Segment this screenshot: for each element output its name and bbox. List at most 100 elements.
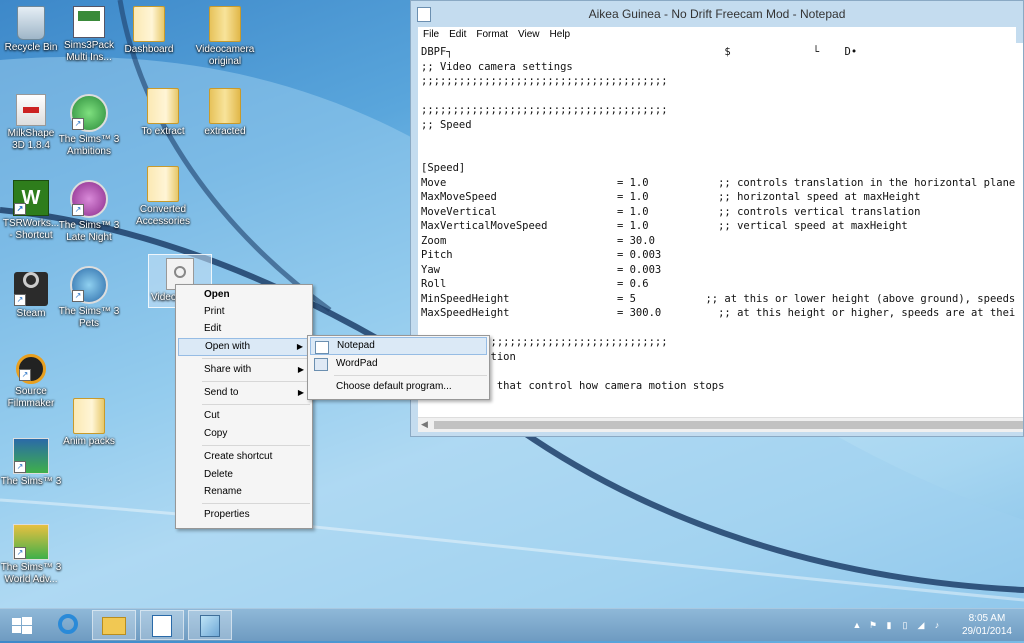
horizontal-scrollbar[interactable]: ◀ xyxy=(418,417,1023,432)
sims3-plumbob-icon: ↗ xyxy=(13,524,49,560)
submenu-arrow-icon: ▶ xyxy=(297,388,304,397)
battery-icon[interactable]: ▯ xyxy=(900,620,910,630)
menu-item-copy[interactable]: Copy xyxy=(178,425,310,443)
desktop-icon-sims3-pets[interactable]: ↗ The Sims™ 3 Pets xyxy=(58,266,120,330)
sims3-plumbob-icon: ↗ xyxy=(70,94,108,132)
desktop-icon-sims3-late-night[interactable]: ↗ The Sims™ 3 Late Night xyxy=(58,180,120,244)
menu-separator xyxy=(202,503,310,504)
folder-icon xyxy=(147,166,179,202)
taskbar-notepad[interactable] xyxy=(188,610,232,640)
open-with-submenu: Notepad WordPad Choose default program..… xyxy=(307,335,490,400)
context-menu: Open Print Edit Open with ▶ Share with ▶ S… xyxy=(175,284,313,529)
desktop-icon-anim-packs[interactable]: Anim packs xyxy=(58,398,120,448)
notepad-icon xyxy=(200,615,220,637)
menu-item-label: WordPad xyxy=(336,358,378,369)
taskbar-internet-explorer[interactable] xyxy=(46,610,90,640)
notepad-app-icon[interactable] xyxy=(417,7,431,22)
desktop-icon-milkshape[interactable]: MilkShape 3D 1.8.4 xyxy=(0,94,62,152)
shortcut-arrow-icon: ↗ xyxy=(72,290,84,302)
signal-icon[interactable]: ◢ xyxy=(916,620,926,630)
desktop-icon-source-filmmaker[interactable]: ↗ Source Filmmaker xyxy=(0,354,62,410)
folder-icon xyxy=(147,88,179,124)
submenu-item-wordpad[interactable]: WordPad xyxy=(310,355,487,373)
wordpad-icon xyxy=(152,615,172,637)
desktop-icon-videocamera-original[interactable]: Videocamera original xyxy=(194,6,256,68)
menu-edit[interactable]: Edit xyxy=(444,29,471,40)
folder-icon xyxy=(209,88,241,124)
shortcut-arrow-icon: ↗ xyxy=(19,369,31,381)
folder-icon xyxy=(133,6,165,42)
desktop-icon-converted-accessories[interactable]: Converted Accessories xyxy=(132,166,194,228)
sims3-plumbob-icon: ↗ xyxy=(70,266,108,304)
clock-date: 29/01/2014 xyxy=(961,626,1012,637)
menu-item-open[interactable]: Open xyxy=(178,286,310,304)
submenu-item-notepad[interactable]: Notepad xyxy=(310,337,487,355)
menu-item-print[interactable]: Print xyxy=(178,303,310,321)
submenu-item-choose-default[interactable]: Choose default program... xyxy=(310,378,487,396)
shortcut-arrow-icon: ↗ xyxy=(14,547,26,559)
sims3-plumbob-icon: ↗ xyxy=(70,180,108,218)
menu-file[interactable]: File xyxy=(418,29,444,40)
volume-icon[interactable]: ♪ xyxy=(932,620,942,630)
tray-expand-icon[interactable]: ▲ xyxy=(852,620,862,630)
desktop-icon-sims3-ambitions[interactable]: ↗ The Sims™ 3 Ambitions xyxy=(58,94,120,158)
menu-format[interactable]: Format xyxy=(471,29,513,40)
desktop-icon-steam[interactable]: ↗ Steam xyxy=(0,266,62,320)
windows-logo-icon xyxy=(12,617,32,634)
desktop-icon-recycle-bin[interactable]: Recycle Bin xyxy=(0,6,62,54)
desktop-icon-sims3[interactable]: ↗ The Sims™ 3 xyxy=(0,438,62,488)
shortcut-arrow-icon: ↗ xyxy=(14,461,26,473)
menu-view[interactable]: View xyxy=(513,29,545,40)
clock[interactable]: 8:05 AM 29/01/2014 xyxy=(962,612,1012,638)
menu-separator xyxy=(202,404,310,405)
menu-item-send-to[interactable]: Send to ▶ xyxy=(178,384,310,402)
tsrworkshop-icon: W ↗ xyxy=(13,180,49,216)
taskbar: ▲ ⚑ ▮ ▯ ◢ ♪ 8:05 AM 29/01/2014 xyxy=(0,608,1024,641)
menu-item-rename[interactable]: Rename xyxy=(178,483,310,501)
notepad-text-area[interactable]: DBPF┐ $ └ D• ;; Video camera settings ;;… xyxy=(418,43,1023,418)
menu-separator xyxy=(202,445,310,446)
desktop-icon-tsrworkshop[interactable]: W ↗ TSRWorks... - Shortcut xyxy=(0,180,62,242)
recycle-bin-icon xyxy=(17,6,45,40)
start-button[interactable] xyxy=(0,610,44,640)
menu-item-cut[interactable]: Cut xyxy=(178,407,310,425)
desktop-icon-to-extract[interactable]: To extract xyxy=(132,88,194,138)
menu-separator xyxy=(334,375,487,376)
desktop-icon-sims3pack[interactable]: Sims3Pack Multi Ins... xyxy=(58,6,120,64)
taskbar-wordpad[interactable] xyxy=(140,610,184,640)
sims3-plumbob-icon: ↗ xyxy=(13,438,49,474)
wordpad-icon xyxy=(314,358,328,371)
milkshape-icon xyxy=(16,94,46,126)
desktop-icon-extracted[interactable]: extracted xyxy=(194,88,256,138)
folder-icon xyxy=(73,398,105,434)
taskbar-file-explorer[interactable] xyxy=(92,610,136,640)
desktop-icon-dashboard[interactable]: Dashboard xyxy=(118,6,180,56)
sims3pack-installer-icon xyxy=(73,6,105,38)
menu-item-create-shortcut[interactable]: Create shortcut xyxy=(178,448,310,466)
scrollbar-thumb[interactable] xyxy=(434,421,1023,429)
folder-icon xyxy=(209,6,241,42)
notepad-title-bar[interactable]: Aikea Guinea - No Drift Freecam Mod - No… xyxy=(411,1,1023,27)
desktop-icon-sims3-world-adventures[interactable]: ↗ The Sims™ 3 World Adv... xyxy=(0,524,62,586)
menu-item-label: Open with xyxy=(205,341,251,352)
notepad-icon xyxy=(315,341,329,354)
menu-item-delete[interactable]: Delete xyxy=(178,466,310,484)
internet-explorer-icon xyxy=(58,614,78,634)
notepad-window[interactable]: Aikea Guinea - No Drift Freecam Mod - No… xyxy=(410,0,1024,437)
network-icon[interactable]: ▮ xyxy=(884,620,894,630)
menu-help[interactable]: Help xyxy=(545,29,576,40)
shortcut-arrow-icon: ↗ xyxy=(72,118,84,130)
menu-item-open-with[interactable]: Open with ▶ xyxy=(178,338,310,356)
menu-item-share-with[interactable]: Share with ▶ xyxy=(178,361,310,379)
menu-item-label: Send to xyxy=(204,387,239,398)
submenu-arrow-icon: ▶ xyxy=(296,342,303,351)
flag-icon[interactable]: ⚑ xyxy=(868,620,878,630)
clock-time: 8:05 AM xyxy=(968,613,1006,624)
menu-separator xyxy=(202,381,310,382)
source-filmmaker-icon: ↗ xyxy=(16,354,46,384)
menu-item-edit[interactable]: Edit xyxy=(178,320,310,338)
menu-item-properties[interactable]: Properties xyxy=(178,506,310,524)
scroll-left-icon[interactable]: ◀ xyxy=(421,419,428,430)
submenu-arrow-icon: ▶ xyxy=(297,365,304,374)
menu-item-label: Notepad xyxy=(337,340,375,351)
